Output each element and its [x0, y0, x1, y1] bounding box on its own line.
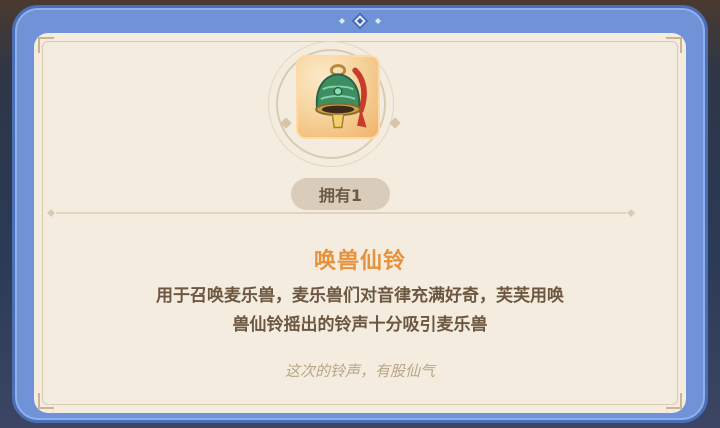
description-line: 兽仙铃摇出的铃声十分吸引麦乐兽 — [232, 315, 488, 335]
bell-icon — [315, 64, 367, 129]
corner-ornament — [666, 393, 682, 409]
owned-count-badge: 拥有1 — [291, 178, 390, 210]
corner-ornament — [38, 37, 54, 53]
description-line: 用于召唤麦乐兽，麦乐兽们对音律充满好奇，芙芙用唤 — [156, 286, 564, 306]
corner-ornament — [666, 37, 682, 53]
item-icon-card[interactable] — [296, 55, 380, 139]
frame-ornament — [339, 12, 381, 30]
item-description: 用于召唤麦乐兽，麦乐兽们对音律充满好奇，芙芙用唤 兽仙铃摇出的铃声十分吸引麦乐兽 — [70, 282, 650, 340]
item-name: 唤兽仙铃 — [313, 249, 406, 274]
corner-ornament — [38, 393, 54, 409]
flavor-text: 这次的铃声，有股仙气 — [284, 362, 435, 380]
divider — [47, 209, 635, 217]
